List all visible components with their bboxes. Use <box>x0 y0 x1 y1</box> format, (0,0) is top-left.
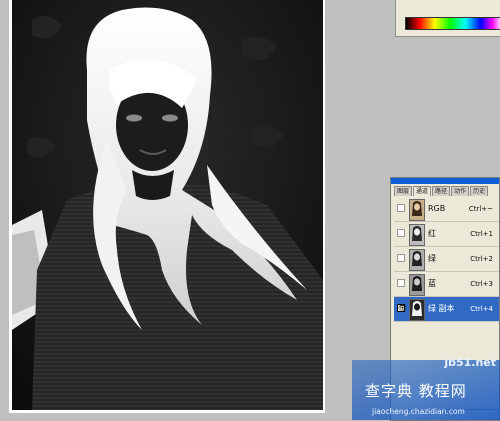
color-panel <box>395 0 500 37</box>
channel-shortcut: Ctrl+4 <box>470 305 493 313</box>
channel-thumbnail <box>409 249 425 271</box>
eye-icon: 👁 <box>398 304 407 312</box>
tab-history[interactable]: 历史 <box>470 186 489 196</box>
watermark-url: jiaocheng.chazidian.com <box>372 407 465 416</box>
watermark-domain: jb51.net <box>444 356 496 369</box>
channel-name: 绿 副本 <box>428 304 455 313</box>
site-watermark: jb51.net 查字典 教程网 jiaocheng.chazidian.com <box>352 352 500 421</box>
channel-shortcut: Ctrl+~ <box>468 205 493 213</box>
channel-thumbnail <box>409 299 425 321</box>
tab-paths[interactable]: 路径 <box>432 186 451 196</box>
channel-row-green[interactable]: 绿 Ctrl+2 <box>394 247 499 272</box>
visibility-toggle[interactable] <box>397 229 405 237</box>
inverted-portrait-image <box>12 0 323 410</box>
channel-row-rgb[interactable]: RGB Ctrl+~ <box>394 197 499 222</box>
channel-list: RGB Ctrl+~ 红 Ctrl+1 绿 Ctrl+2 蓝 Ctrl+3 👁 … <box>394 197 499 322</box>
visibility-toggle[interactable] <box>397 204 405 212</box>
channel-name: 绿 <box>428 254 436 263</box>
channel-row-red[interactable]: 红 Ctrl+1 <box>394 222 499 247</box>
panel-title-bar[interactable] <box>391 178 499 184</box>
watermark-chinese: 查字典 教程网 <box>365 382 467 400</box>
channel-shortcut: Ctrl+2 <box>470 255 493 263</box>
channel-name: RGB <box>428 204 446 213</box>
visibility-toggle[interactable] <box>397 279 405 287</box>
channel-thumbnail <box>409 199 425 221</box>
color-ramp[interactable] <box>405 17 500 30</box>
channel-thumbnail <box>409 274 425 296</box>
channel-shortcut: Ctrl+1 <box>470 230 493 238</box>
channel-thumbnail <box>409 224 425 246</box>
image-canvas[interactable] <box>12 0 323 410</box>
visibility-toggle[interactable]: 👁 <box>397 304 407 312</box>
channel-name: 蓝 <box>428 279 436 288</box>
tab-actions[interactable]: 动作 <box>451 186 470 196</box>
channel-row-green-copy[interactable]: 👁 绿 副本 Ctrl+4 <box>394 297 499 322</box>
photoshop-workspace: 图层 通道 路径 动作 历史 RGB Ctrl+~ 红 Ctrl+1 绿 Ctr… <box>0 0 500 421</box>
panel-tab-strip: 图层 通道 路径 动作 历史 <box>394 186 500 196</box>
tab-layers[interactable]: 图层 <box>394 186 413 196</box>
visibility-toggle[interactable] <box>397 254 405 262</box>
channel-shortcut: Ctrl+3 <box>470 280 493 288</box>
channel-name: 红 <box>428 229 436 238</box>
channel-row-blue[interactable]: 蓝 Ctrl+3 <box>394 272 499 297</box>
tab-channels[interactable]: 通道 <box>413 186 432 196</box>
